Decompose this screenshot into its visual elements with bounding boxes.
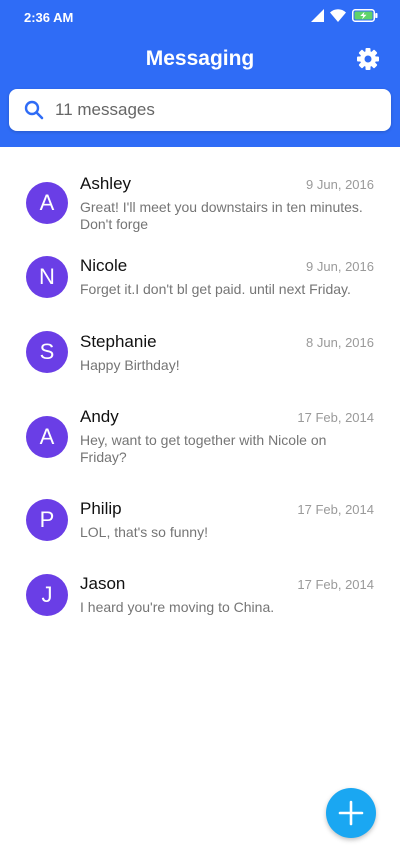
message-preview: LOL, that's so funny! xyxy=(80,524,208,540)
wifi-icon xyxy=(330,9,346,27)
search-icon xyxy=(24,100,44,120)
page-title: Messaging xyxy=(145,47,255,70)
contact-name: Philip xyxy=(80,499,122,518)
gear-icon xyxy=(356,48,380,75)
conversation-item-jason[interactable]: J Jason 17 Feb, 2014 I heard you're movi… xyxy=(0,564,400,634)
contact-name: Ashley xyxy=(80,174,132,193)
avatar: S xyxy=(26,331,68,373)
conversation-item-philip[interactable]: P Philip 17 Feb, 2014 LOL, that's so fun… xyxy=(0,489,400,559)
status-time: 2:36 AM xyxy=(24,10,74,25)
avatar: A xyxy=(26,416,68,458)
message-date: 17 Feb, 2014 xyxy=(297,502,374,517)
message-date: 8 Jun, 2016 xyxy=(306,335,374,350)
message-date: 17 Feb, 2014 xyxy=(297,577,374,592)
search-input[interactable] xyxy=(55,89,375,131)
avatar: J xyxy=(26,574,68,616)
battery-charging-icon xyxy=(352,9,378,27)
signal-icon xyxy=(311,9,324,27)
app-header: 2:36 AM Messaging xyxy=(0,0,400,147)
message-date: 9 Jun, 2016 xyxy=(306,259,374,274)
conversation-item-andy[interactable]: A Andy 17 Feb, 2014 Hey, want to get tog… xyxy=(0,397,400,479)
avatar: N xyxy=(26,256,68,298)
conversation-item-stephanie[interactable]: S Stephanie 8 Jun, 2016 Happy Birthday! xyxy=(0,322,400,392)
avatar: A xyxy=(26,182,68,224)
contact-name: Jason xyxy=(80,574,126,593)
avatar: P xyxy=(26,499,68,541)
conversation-item-nicole[interactable]: N Nicole 9 Jun, 2016 Forget it.I don't b… xyxy=(0,247,400,317)
conversation-item-ashley[interactable]: A Ashley 9 Jun, 2016 Great! I'll meet yo… xyxy=(0,156,400,236)
message-preview: Happy Birthday! xyxy=(80,357,180,373)
message-preview: Hey, want to get together with Nicole on… xyxy=(80,432,327,465)
contact-name: Nicole xyxy=(80,256,128,275)
search-bar[interactable] xyxy=(9,89,391,131)
contact-name: Stephanie xyxy=(80,332,157,351)
status-icons xyxy=(311,9,378,27)
message-preview: Great! I'll meet you downstairs in ten m… xyxy=(80,199,363,232)
status-bar: 2:36 AM xyxy=(0,0,400,36)
message-preview: I heard you're moving to China. xyxy=(80,599,275,615)
new-message-button[interactable] xyxy=(326,788,376,838)
settings-button[interactable] xyxy=(356,47,380,71)
message-date: 17 Feb, 2014 xyxy=(297,410,374,425)
contact-name: Andy xyxy=(80,407,119,426)
message-preview: Forget it.I don't bl get paid. until nex… xyxy=(80,281,351,297)
message-date: 9 Jun, 2016 xyxy=(306,177,374,192)
